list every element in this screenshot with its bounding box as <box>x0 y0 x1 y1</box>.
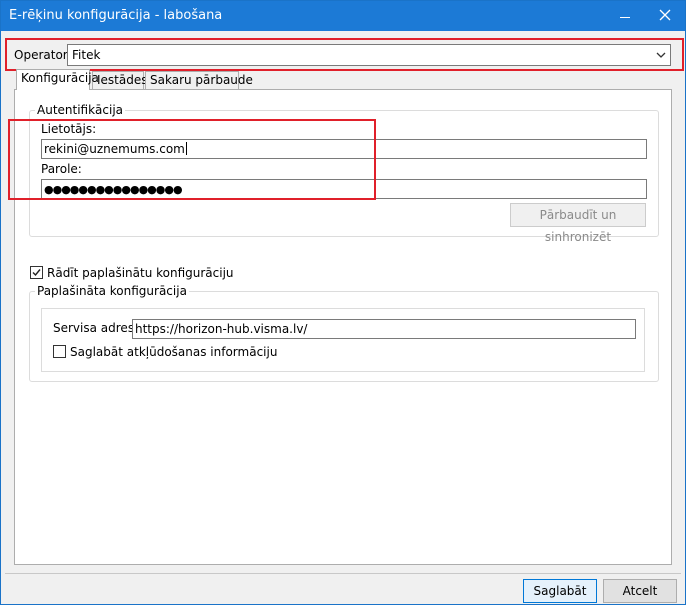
save-debug-checkbox[interactable] <box>53 345 66 358</box>
minimize-icon <box>620 17 630 18</box>
password-input[interactable]: ●●●●●●●●●●●●●●●● <box>41 179 647 199</box>
advanced-group-caption: Paplašināta konfigurācija <box>35 284 189 298</box>
close-button[interactable] <box>645 1 685 31</box>
minimize-button[interactable] <box>605 1 645 31</box>
service-address-value: https://horizon-hub.visma.lv/ <box>135 322 308 336</box>
advanced-inner-panel: Servisa adrese: https://horizon-hub.vism… <box>41 308 645 372</box>
user-value: rekini@uznemums.com <box>44 142 185 156</box>
operator-value: Fitek <box>72 48 101 62</box>
tab-sakaru-parbaude[interactable]: Sakaru pārbaude <box>145 71 253 90</box>
checkmark-icon <box>32 269 41 277</box>
service-address-input[interactable]: https://horizon-hub.visma.lv/ <box>132 319 636 339</box>
user-input[interactable]: rekini@uznemums.com <box>41 139 647 159</box>
close-icon <box>659 9 671 21</box>
operator-select[interactable]: Fitek <box>67 44 671 66</box>
tab-konfiguracija[interactable]: Konfigurācija <box>16 69 99 90</box>
verify-sync-button[interactable]: Pārbaudīt un sinhronizēt <box>510 203 646 244</box>
operator-label: Operators <box>14 48 74 62</box>
window-title: E-rēķinu konfigurācija - labošana <box>9 8 223 23</box>
chevron-down-icon <box>656 52 666 58</box>
tab-panel: Autentifikācija Lietotājs: rekini@uznemu… <box>14 89 672 565</box>
password-value: ●●●●●●●●●●●●●●●● <box>44 183 183 196</box>
text-caret <box>185 142 187 155</box>
show-advanced-label: Rādīt paplašinātu konfigurāciju <box>47 266 234 280</box>
tab-iestades[interactable]: Iestādes <box>92 71 147 90</box>
user-label: Lietotājs: <box>41 122 97 136</box>
footer-separator <box>5 573 681 574</box>
show-advanced-checkbox[interactable] <box>30 266 43 279</box>
auth-group-caption: Autentifikācija <box>35 103 126 117</box>
password-label: Parole: <box>41 162 82 176</box>
title-bar[interactable]: E-rēķinu konfigurācija - labošana <box>1 1 685 31</box>
dialog-window: E-rēķinu konfigurācija - labošana Operat… <box>0 0 686 605</box>
save-button[interactable]: Saglabāt <box>523 579 597 603</box>
save-debug-label: Saglabāt atkļūdošanas informāciju <box>70 345 278 359</box>
cancel-button[interactable]: Atcelt <box>603 579 677 603</box>
